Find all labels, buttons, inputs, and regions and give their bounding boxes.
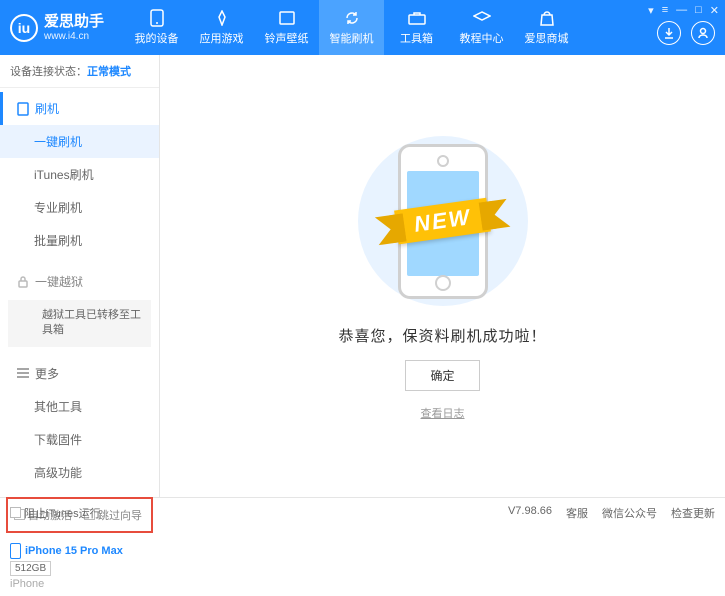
nav-toolbox[interactable]: 工具箱	[384, 0, 449, 55]
device-info: iPhone 15 Pro Max 512GB iPhone	[0, 537, 159, 596]
sidebar-head-flash[interactable]: 刷机	[0, 92, 159, 125]
close-icon[interactable]: ✕	[710, 4, 719, 17]
sidebar-item-itunes-flash[interactable]: iTunes刷机	[0, 158, 159, 191]
app-header: iu 爱思助手 www.i4.cn 我的设备 应用游戏 铃声壁纸 智能刷机 工具…	[0, 0, 725, 55]
app-url: www.i4.cn	[44, 31, 104, 43]
device-name: iPhone 15 Pro Max	[25, 545, 123, 557]
user-button[interactable]	[691, 21, 715, 45]
maximize-icon[interactable]: □	[695, 4, 702, 17]
footer-check-update[interactable]: 检查更新	[671, 505, 715, 521]
device-type: iPhone	[10, 578, 149, 590]
sidebar-item-pro-flash[interactable]: 专业刷机	[0, 191, 159, 224]
sidebar-head-jailbreak[interactable]: 一键越狱	[0, 265, 159, 298]
sidebar-head-more[interactable]: 更多	[0, 357, 159, 390]
sidebar-item-one-click-flash[interactable]: 一键刷机	[0, 125, 159, 158]
version-label: V7.98.66	[508, 505, 552, 521]
nav-tutorials[interactable]: 教程中心	[449, 0, 514, 55]
settings-icon[interactable]: ≡	[662, 4, 668, 17]
nav-smart-flash[interactable]: 智能刷机	[319, 0, 384, 55]
logo-icon: iu	[10, 14, 38, 42]
view-log-link[interactable]: 查看日志	[421, 405, 465, 421]
window-controls: ▾ ≡ — □ ✕	[648, 4, 719, 17]
nav-apps-games[interactable]: 应用游戏	[189, 0, 254, 55]
image-icon	[278, 9, 296, 27]
sidebar-item-batch-flash[interactable]: 批量刷机	[0, 224, 159, 257]
menu-icon[interactable]: ▾	[648, 4, 654, 17]
toolbox-icon	[408, 9, 426, 27]
list-icon	[17, 368, 29, 378]
download-button[interactable]	[657, 21, 681, 45]
sidebar-item-advanced[interactable]: 高级功能	[0, 456, 159, 489]
bag-icon	[538, 9, 556, 27]
confirm-button[interactable]: 确定	[405, 360, 479, 391]
nav-ringtones[interactable]: 铃声壁纸	[254, 0, 319, 55]
sidebar-item-download-firmware[interactable]: 下载固件	[0, 423, 159, 456]
success-illustration: NEW	[343, 131, 543, 311]
block-itunes-checkbox[interactable]: 阻止iTunes运行	[10, 505, 101, 521]
device-storage: 512GB	[10, 561, 51, 576]
app-logo: iu 爱思助手 www.i4.cn	[10, 13, 104, 43]
lock-icon	[17, 276, 29, 288]
minimize-icon[interactable]: —	[676, 4, 687, 17]
app-icon	[213, 9, 231, 27]
phone-icon	[17, 102, 29, 116]
sidebar: 设备连接状态：正常模式 刷机 一键刷机 iTunes刷机 专业刷机 批量刷机 一…	[0, 55, 160, 497]
grad-cap-icon	[473, 9, 491, 27]
app-title: 爱思助手	[44, 13, 104, 31]
nav-my-device[interactable]: 我的设备	[124, 0, 189, 55]
footer-support[interactable]: 客服	[566, 505, 588, 521]
main-nav: 我的设备 应用游戏 铃声壁纸 智能刷机 工具箱 教程中心 爱思商城	[124, 0, 579, 55]
phone-icon	[148, 9, 166, 27]
success-message: 恭喜您，保资料刷机成功啦！	[338, 325, 546, 346]
device-status: 设备连接状态：正常模式	[0, 55, 159, 88]
sidebar-item-other-tools[interactable]: 其他工具	[0, 390, 159, 423]
sidebar-jailbreak-note: 越狱工具已转移至工具箱	[8, 300, 151, 347]
phone-icon	[10, 543, 21, 559]
nav-store[interactable]: 爱思商城	[514, 0, 579, 55]
refresh-icon	[343, 9, 361, 27]
footer-wechat[interactable]: 微信公众号	[602, 505, 657, 521]
main-content: NEW 恭喜您，保资料刷机成功啦！ 确定 查看日志	[160, 55, 725, 497]
